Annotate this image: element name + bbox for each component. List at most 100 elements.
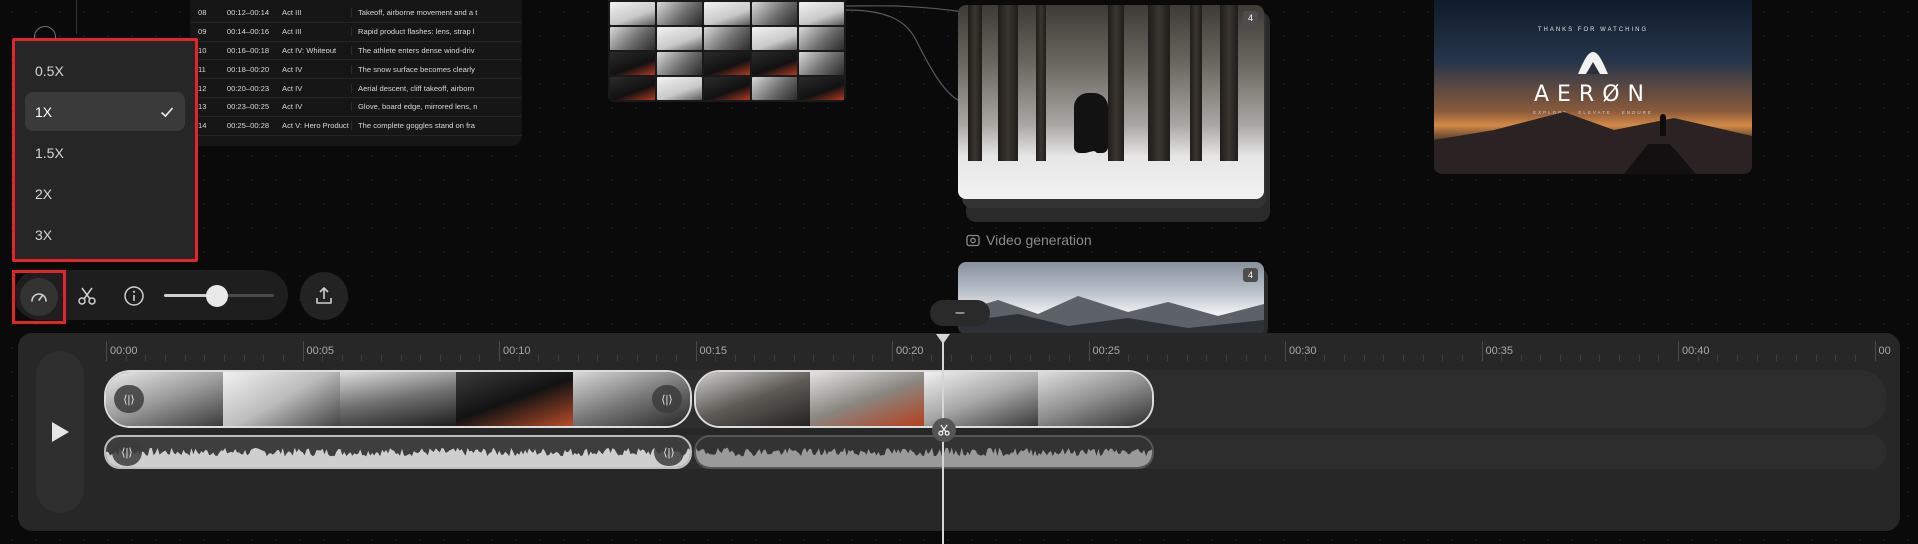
mountain-range: [958, 296, 1264, 334]
cut-button[interactable]: [72, 282, 102, 310]
storyboard-frame[interactable]: [798, 77, 844, 100]
ruler-tick: [106, 341, 107, 361]
table-row[interactable]: 12 00:20–00:23 Act IV Aerial descent, cliff…: [190, 79, 522, 98]
split-at-playhead-button[interactable]: [932, 418, 956, 442]
ruler-minor-tick: [793, 355, 795, 361]
storyboard-frame[interactable]: [657, 27, 703, 50]
speed-option[interactable]: 1X: [25, 92, 185, 131]
storyboard-frame[interactable]: [610, 27, 656, 50]
clip-trim-handle-left[interactable]: ⟨|⟩: [114, 385, 144, 413]
row-number: 08: [198, 8, 207, 18]
info-button[interactable]: [120, 282, 148, 310]
speed-option[interactable]: 1.5X: [25, 133, 185, 172]
storyboard-frame[interactable]: [798, 27, 844, 50]
row-description: The snow surface becomes clearly: [358, 64, 475, 74]
ruler-minor-tick: [459, 355, 461, 361]
ruler-minor-tick: [754, 355, 756, 361]
ruler-minor-tick: [1461, 355, 1463, 361]
ruler-minor-tick: [872, 355, 874, 361]
ruler-tick-label: 00:00: [110, 345, 138, 357]
row-timecode: 00:25–00:28: [226, 121, 270, 131]
storyboard-frame[interactable]: [610, 52, 656, 75]
end-card-preview[interactable]: THANKS FOR WATCHING AERØN EXPLORE · ELEV…: [1434, 0, 1752, 174]
ruler-minor-tick: [1756, 355, 1758, 361]
timeline-ruler[interactable]: 00:00 00:05 00:10 00:15 00:20 00:25 00:30 00:35…: [104, 333, 1900, 361]
video-card-snowboarder[interactable]: 4: [958, 5, 1264, 199]
speed-option[interactable]: 0.5X: [25, 51, 185, 90]
storyboard-frame[interactable]: [657, 52, 703, 75]
storyboard-frame[interactable]: [704, 52, 750, 75]
ruler-minor-tick: [675, 355, 677, 361]
video-clip-2[interactable]: [694, 370, 1154, 428]
audio-trim-handle-right[interactable]: ⟨|⟩: [654, 438, 684, 466]
ruler-minor-tick: [479, 355, 481, 361]
ruler-minor-tick: [734, 355, 736, 361]
audio-clip-1[interactable]: [104, 435, 692, 469]
play-button[interactable]: [36, 351, 84, 513]
storyboard-frame[interactable]: [751, 52, 797, 75]
ruler-tick: [1874, 341, 1876, 361]
snowboarder-figure: [1074, 93, 1108, 153]
ruler-minor-tick: [990, 355, 992, 361]
video-card-mountains[interactable]: 4: [958, 262, 1264, 334]
speed-option[interactable]: 2X: [25, 174, 185, 213]
audio-clip-2[interactable]: [694, 435, 1154, 469]
ruler-minor-tick: [656, 355, 658, 361]
export-button[interactable]: [300, 272, 348, 320]
storyboard-frame[interactable]: [798, 2, 844, 25]
clip-trim-handle-right[interactable]: ⟨|⟩: [652, 385, 682, 413]
storyboard-frame[interactable]: [704, 2, 750, 25]
ruler-minor-tick: [1363, 355, 1365, 361]
video-clip-1[interactable]: ⟨|⟩ ⟨|⟩: [104, 370, 692, 428]
storyboard-frame[interactable]: [610, 77, 656, 100]
storyboard-frame[interactable]: [657, 77, 703, 100]
playback-speed-button[interactable]: [20, 278, 58, 316]
ruler-minor-tick: [813, 355, 815, 361]
ruler-tick-label: 00:40: [1682, 345, 1710, 357]
ruler-tick: [302, 341, 304, 361]
row-timecode: 00:14–00:16: [226, 27, 270, 37]
ruler-tick-label: 00:25: [1092, 345, 1121, 357]
table-row[interactable]: 13 00:23–00:25 Act IV Glove, board edge, mi…: [190, 98, 522, 117]
ruler-tick: [1481, 341, 1483, 361]
table-row[interactable]: 08 00:12–00:14 Act III Takeoff, airborne mo…: [190, 4, 522, 23]
storyboard-frame[interactable]: [704, 27, 750, 50]
storyboard-frame[interactable]: [751, 2, 797, 25]
storyboard-frame[interactable]: [798, 52, 844, 75]
storyboard-frame[interactable]: [751, 77, 797, 100]
volume-handle[interactable]: [205, 285, 228, 307]
table-row[interactable]: 11 00:18–00:20 Act IV The snow surface beco…: [190, 60, 522, 80]
storyboard-grid[interactable]: [608, 0, 846, 102]
table-row[interactable]: 14 00:25–00:28 Act V: Hero Product The comp…: [190, 117, 522, 136]
audio-waveform: [696, 447, 1152, 467]
storyboard-frame[interactable]: [657, 2, 703, 25]
ruler-tick-label: 00:35: [1485, 345, 1514, 357]
row-act: Act V: Hero Product: [276, 121, 352, 131]
ruler-minor-tick: [1717, 355, 1719, 361]
speed-button-highlight: [12, 270, 66, 324]
ruler-minor-tick: [1776, 355, 1778, 361]
storyboard-frame[interactable]: [610, 2, 656, 25]
audio-trim-handle-left[interactable]: ⟨|⟩: [112, 438, 142, 466]
table-row[interactable]: 09 00:14–00:16 Act III Rapid product flashe…: [190, 23, 522, 42]
row-description: Takeoff, airborne movement and a t: [358, 8, 478, 18]
node-connector: [846, 5, 965, 103]
row-act: Act IV: Whiteout: [276, 45, 352, 55]
ruler-minor-tick: [1835, 355, 1837, 361]
storyboard-frame[interactable]: [704, 77, 750, 100]
ruler-minor-tick: [145, 355, 147, 361]
collapse-timeline-button[interactable]: –: [930, 300, 990, 326]
timeline-panel: 00:00 00:05 00:10 00:15 00:20 00:25 00:30 00:35…: [18, 333, 1900, 531]
speed-option-label: 0.5X: [35, 62, 64, 79]
ruler-minor-tick: [420, 355, 422, 361]
ruler-minor-tick: [1402, 355, 1404, 361]
ruler-minor-tick: [204, 355, 206, 361]
ruler-minor-tick: [341, 355, 343, 361]
speed-option[interactable]: 3X: [25, 215, 185, 254]
ruler-minor-tick: [1265, 355, 1267, 361]
storyboard-frame[interactable]: [751, 27, 797, 50]
ruler-minor-tick: [125, 355, 127, 361]
ruler-minor-tick: [361, 355, 363, 361]
table-row[interactable]: 10 00:16–00:18 Act IV: Whiteout The athlete…: [190, 42, 522, 61]
volume-slider[interactable]: [164, 285, 274, 307]
